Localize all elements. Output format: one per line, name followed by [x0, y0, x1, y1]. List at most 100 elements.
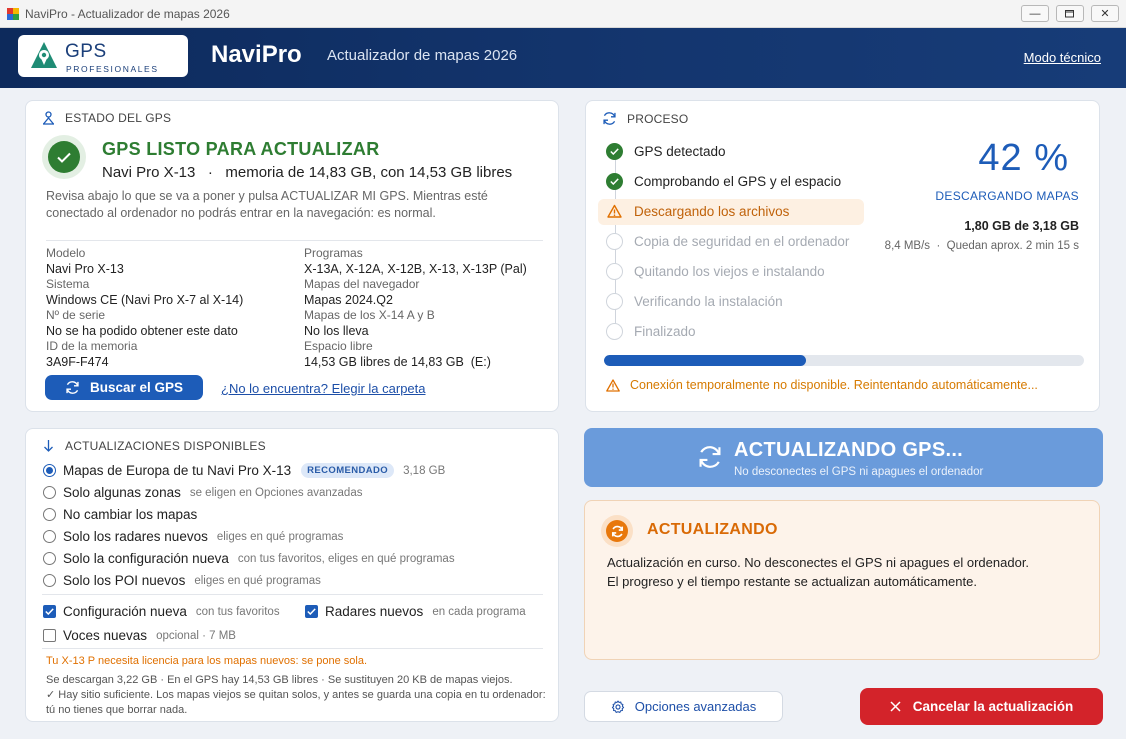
option-hint: eliges en qué programas [216, 530, 344, 543]
step-label: Descargando los archivos [634, 204, 790, 219]
option-label: No cambiar los mapas [63, 507, 198, 522]
updates-heading: ACTUALIZACIONES DISPONIBLES [42, 439, 266, 453]
update-gps-button[interactable]: ACTUALIZANDO GPS... No desconectes el GP… [584, 428, 1103, 487]
sync-icon [603, 112, 616, 125]
ready-description: Revisa abajo lo que se va a poner y puls… [46, 189, 488, 220]
sync-icon [611, 525, 623, 537]
spec-value: Windows CE (Navi Pro X-7 al X-14) [46, 292, 244, 307]
minimize-button[interactable]: — [1021, 5, 1049, 22]
progress-bar [604, 355, 1084, 366]
spec-label: Mapas de los X-14 A y B [304, 308, 435, 322]
spec-label: Mapas del navegador [304, 277, 420, 291]
step-label: Comprobando el GPS y el espacio [634, 174, 842, 189]
spec-label: Espacio libre [304, 339, 373, 353]
checkbox-checked[interactable] [305, 605, 318, 618]
radio-button-selected[interactable] [43, 464, 56, 477]
option-label: Mapas de Europa de tu Navi Pro X-13 [63, 463, 292, 478]
checkbox[interactable] [43, 629, 56, 642]
search-gps-label: Buscar el GPS [89, 380, 184, 395]
step-pending-icon [606, 293, 623, 310]
gps-status-title: ESTADO DEL GPS [65, 111, 172, 125]
divider [42, 594, 543, 595]
progress-status: DESCARGANDO MAPAS [935, 189, 1079, 203]
step-pending-icon [606, 323, 623, 340]
refresh-icon [66, 381, 79, 394]
window-titlebar: NaviPro - Actualizador de mapas 2026 — ✕ [0, 0, 1126, 28]
spec-label: Programas [304, 246, 363, 260]
option-some-zones[interactable]: Solo algunas zonas se eligen en Opciones… [43, 485, 362, 500]
progress-bar-fill [604, 355, 806, 366]
brand-name: NaviPro [211, 41, 302, 68]
spec-value: No se ha podido obtener este dato [46, 323, 238, 338]
spec-value: X-13A, X-12A, X-12B, X-13, X-13P (Pal) [304, 261, 527, 276]
step-done-icon [606, 143, 623, 160]
space-info-line: Se descargan 3,22 GB · En el GPS hay 14,… [46, 674, 513, 686]
checkbox-checked[interactable] [43, 605, 56, 618]
advanced-options-button[interactable]: Opciones avanzadas [584, 691, 783, 722]
option-poi-only[interactable]: Solo los POI nuevos eliges en qué progra… [43, 573, 321, 588]
divider [46, 240, 543, 241]
search-gps-button[interactable]: Buscar el GPS [45, 375, 203, 400]
cancel-update-button[interactable]: Cancelar la actualización [860, 688, 1103, 725]
radio-button[interactable] [43, 574, 56, 587]
choose-folder-link[interactable]: ¿No lo encuentra? Elegir la carpeta [221, 381, 426, 396]
modo-tecnico-link[interactable]: Modo técnico [1024, 50, 1101, 65]
download-speed: 8,4 MB/s · Quedan aprox. 2 min 15 s [884, 240, 1079, 252]
divider [42, 648, 543, 649]
check-hint: opcional · 7 MB [156, 629, 236, 642]
option-radars-only[interactable]: Solo los radares nuevos eliges en qué pr… [43, 529, 343, 544]
spec-value: Navi Pro X-13 [46, 261, 124, 276]
option-hint: 3,18 GB [403, 464, 446, 477]
close-window-button[interactable]: ✕ [1091, 5, 1119, 22]
logo-text: GPS [65, 41, 107, 62]
check-label: Radares nuevos [325, 604, 424, 619]
step-label: Quitando los viejos e instalando [634, 264, 825, 279]
radio-button[interactable] [43, 530, 56, 543]
process-card: PROCESO GPS detectado Comprobando el GPS… [585, 100, 1100, 412]
warning-triangle-icon [606, 203, 623, 220]
window-title: NaviPro - Actualizador de mapas 2026 [25, 7, 230, 21]
connection-warning-text: Conexión temporalmente no disponible. Re… [630, 378, 1038, 392]
check-radares-nuevos[interactable]: Radares nuevos en cada programa [305, 604, 526, 619]
option-full-maps[interactable]: Mapas de Europa de tu Navi Pro X-13 RECO… [43, 463, 445, 478]
option-no-maps[interactable]: No cambiar los mapas [43, 507, 197, 522]
person-icon [43, 111, 54, 125]
step-done-icon [606, 173, 623, 190]
check-voces-nuevas[interactable]: Voces nuevas opcional · 7 MB [43, 628, 236, 643]
check-icon [610, 148, 619, 155]
spec-value: 3A9F-F474 [46, 354, 109, 369]
option-label: Solo los POI nuevos [63, 573, 186, 588]
option-config-only[interactable]: Solo la configuración nueva con tus favo… [43, 551, 455, 566]
check-label: Voces nuevas [63, 628, 148, 643]
spec-value: Mapas 2024.Q2 [304, 292, 393, 307]
process-heading: PROCESO [602, 111, 688, 126]
updates-card: ACTUALIZACIONES DISPONIBLES Mapas de Eur… [25, 428, 559, 722]
updating-text: Actualización en curso. No desconectes e… [607, 553, 1029, 591]
check-config-nueva[interactable]: Configuración nueva con tus favoritos [43, 604, 280, 619]
step-checking: Comprobando el GPS y el espacio [606, 173, 841, 190]
gear-icon [611, 700, 624, 713]
radio-button[interactable] [43, 486, 56, 499]
option-hint: se eligen en Opciones avanzadas [189, 486, 363, 499]
maximize-button[interactable] [1056, 5, 1084, 22]
logo: GPS PROFESIONALES [18, 35, 188, 77]
gps-status-heading: ESTADO DEL GPS [42, 111, 171, 125]
close-icon: ✕ [1100, 8, 1110, 20]
step-warning-icon [606, 203, 623, 220]
spec-list-right: Programas X-13A, X-12A, X-12B, X-13, X-1… [304, 246, 527, 370]
radio-button[interactable] [43, 508, 56, 521]
radio-button[interactable] [43, 552, 56, 565]
process-title: PROCESO [627, 111, 689, 126]
step-backup: Copia de seguridad en el ordenador [606, 233, 849, 250]
banner-subtitle: No desconectes el GPS ni apagues el orde… [734, 466, 984, 478]
connection-warning: Conexión temporalmente no disponible. Re… [606, 378, 1038, 392]
download-arrow-icon [44, 440, 53, 452]
option-hint: con tus favoritos, eliges en qué program… [237, 552, 455, 565]
check-hint: con tus favoritos [195, 605, 280, 618]
option-label: Solo algunas zonas [63, 485, 181, 500]
header-subtitle: Actualizador de mapas 2026 [327, 47, 518, 64]
map-pin-logo-icon [31, 42, 57, 68]
check-icon [610, 178, 619, 185]
step-finished: Finalizado [606, 323, 696, 340]
download-size: 1,80 GB de 3,18 GB [964, 219, 1079, 233]
